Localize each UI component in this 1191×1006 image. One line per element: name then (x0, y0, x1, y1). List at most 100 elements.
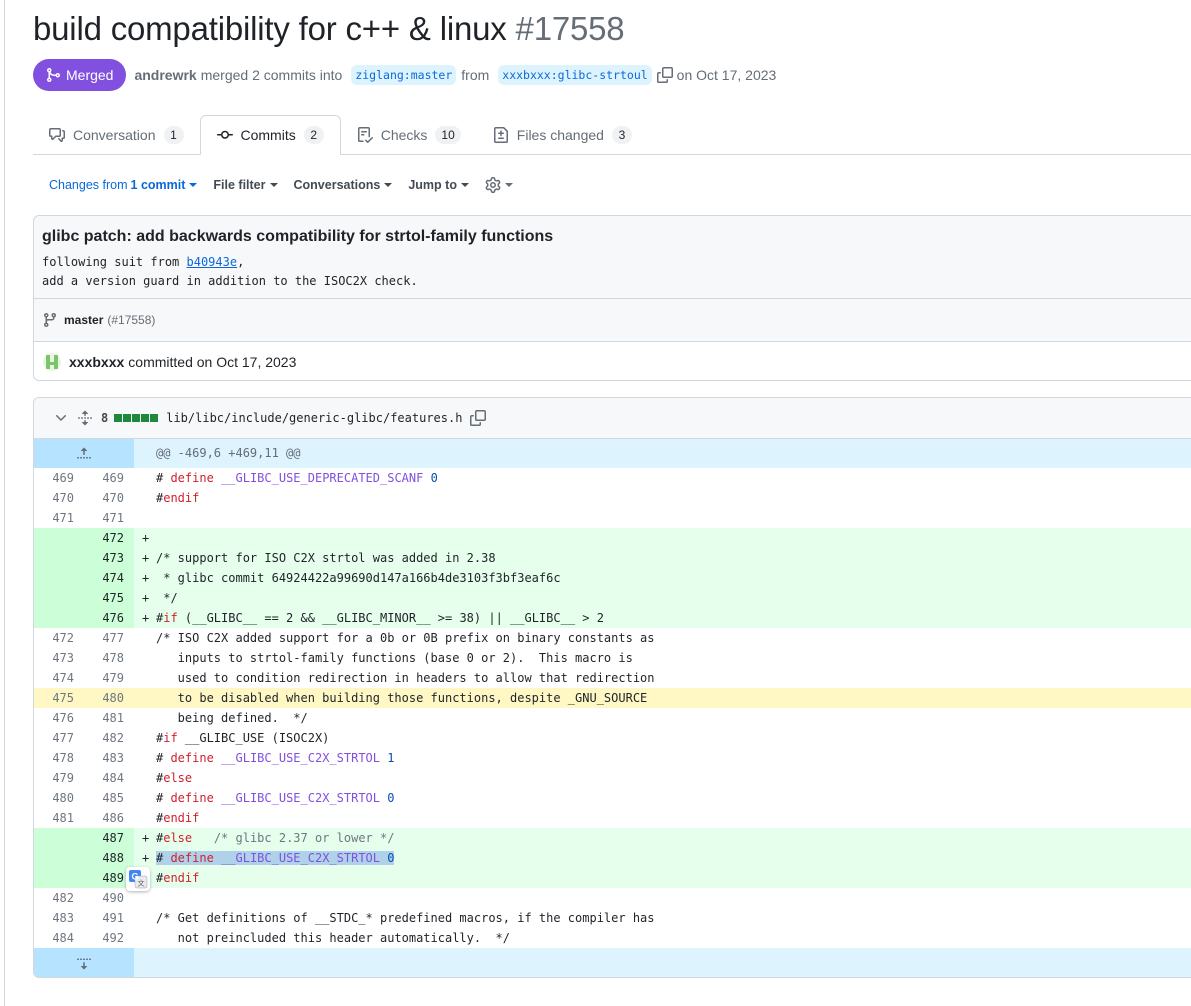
diff-line-added[interactable]: 489+#endif (34, 868, 1191, 888)
copy-icon[interactable] (470, 410, 487, 426)
new-line-number[interactable]: 470 (84, 488, 134, 508)
new-line-number[interactable]: 471 (84, 508, 134, 528)
old-line-number[interactable]: 480 (34, 788, 84, 808)
old-line-number[interactable] (34, 528, 84, 548)
new-line-number[interactable]: 491 (84, 908, 134, 928)
new-line-number[interactable]: 469 (84, 468, 134, 488)
tab-conversation[interactable]: Conversation 1 (33, 115, 200, 155)
old-line-number[interactable]: 471 (34, 508, 84, 528)
diff-line-added[interactable]: 476 + #if (__GLIBC__ == 2 && __GLIBC_MINOR… (34, 608, 1191, 628)
translate-icon[interactable]: G 文 (126, 867, 150, 891)
old-line-number[interactable]: 470 (34, 488, 84, 508)
diff-line[interactable]: 478 483 # define __GLIBC_USE_C2X_STRTOL 1 (34, 748, 1191, 768)
file-filter-dropdown[interactable]: File filter (213, 178, 278, 192)
old-line-number[interactable] (34, 548, 84, 568)
diff-line[interactable]: 484 492 not preincluded this header autom… (34, 928, 1191, 948)
diff-line[interactable]: 480 485 # define __GLIBC_USE_C2X_STRTOL 0 (34, 788, 1191, 808)
diff-line[interactable]: 473 478 inputs to strtol-family functions… (34, 648, 1191, 668)
new-line-number[interactable]: 485 (84, 788, 134, 808)
new-line-number[interactable]: 472 (84, 528, 134, 548)
expand-up-button[interactable] (34, 439, 134, 468)
old-line-number[interactable] (34, 608, 84, 628)
diff-line[interactable]: 472 477 /* ISO C2X added support for a 0b… (34, 628, 1191, 648)
new-line-number[interactable]: 474 (84, 568, 134, 588)
old-line-number[interactable]: 484 (34, 928, 84, 948)
diff-line-added[interactable]: 474 + * glibc commit 64924422a99690d147a1… (34, 568, 1191, 588)
conversations-dropdown[interactable]: Conversations (294, 178, 393, 192)
old-line-number[interactable] (34, 848, 84, 868)
diff-line[interactable]: 474 479 used to condition redirection in … (34, 668, 1191, 688)
tab-checks[interactable]: Checks 10 (341, 115, 477, 155)
diff-line[interactable]: 476 481 being defined. */ (34, 708, 1191, 728)
new-line-number[interactable]: 483 (84, 748, 134, 768)
diff-line[interactable]: 482 490 (34, 888, 1191, 908)
new-line-number[interactable]: 486 (84, 808, 134, 828)
diff-line-added[interactable]: 473 + /* support for ISO C2X strtol was ad… (34, 548, 1191, 568)
old-line-number[interactable] (34, 568, 84, 588)
old-line-number[interactable]: 479 (34, 768, 84, 788)
avatar[interactable] (43, 353, 61, 371)
base-branch[interactable]: ziglang:master (351, 65, 457, 85)
new-line-number[interactable]: 492 (84, 928, 134, 948)
new-line-number[interactable]: 477 (84, 628, 134, 648)
old-line-number[interactable]: 475 (34, 688, 84, 708)
old-line-number[interactable]: 469 (34, 468, 84, 488)
diff-line[interactable]: 471 471 (34, 508, 1191, 528)
new-line-number[interactable]: 473 (84, 548, 134, 568)
new-line-number[interactable]: 475 (84, 588, 134, 608)
jump-to-dropdown[interactable]: Jump to (408, 178, 469, 192)
diff-marker (134, 888, 156, 908)
commit-branch-name[interactable]: master (64, 313, 103, 327)
expand-down-button[interactable] (34, 948, 134, 977)
diff-line[interactable]: 481 486 #endif (34, 808, 1191, 828)
old-line-number[interactable]: 472 (34, 628, 84, 648)
unfold-icon[interactable] (77, 410, 93, 426)
code-content: # define __GLIBC_USE_DEPRECATED_SCANF 0 (156, 471, 438, 485)
diff-line-added[interactable]: 475 + */ (34, 588, 1191, 608)
old-line-number[interactable]: 474 (34, 668, 84, 688)
tab-commits[interactable]: Commits 2 (199, 115, 341, 155)
new-line-number[interactable]: 481 (84, 708, 134, 728)
file-path[interactable]: lib/libc/include/generic-glibc/features.… (166, 411, 462, 425)
old-line-number[interactable]: 477 (34, 728, 84, 748)
new-line-number[interactable]: 476 (84, 608, 134, 628)
old-line-number[interactable]: 482 (34, 888, 84, 908)
new-line-number[interactable]: 488 (84, 848, 134, 868)
diff-line-added[interactable]: 472 + (34, 528, 1191, 548)
diff-line[interactable]: 483 491 /* Get definitions of __STDC_* pr… (34, 908, 1191, 928)
old-line-number[interactable]: 478 (34, 748, 84, 768)
new-line-number[interactable]: 482 (84, 728, 134, 748)
merger-username[interactable]: andrewrk (134, 67, 196, 83)
head-branch[interactable]: xxxbxxx:glibc-strtoul (498, 65, 652, 85)
new-line-number[interactable]: 479 (84, 668, 134, 688)
diff-line[interactable]: 469 469 # define __GLIBC_USE_DEPRECATED_S… (34, 468, 1191, 488)
diff-line[interactable]: 477 482 #if __GLIBC_USE (ISOC2X) (34, 728, 1191, 748)
old-line-number[interactable]: 473 (34, 648, 84, 668)
diff-line-added[interactable]: 488 + # define __GLIBC_USE_C2X_STRTOL 0 (34, 848, 1191, 868)
commit-author-name[interactable]: xxxbxxx (69, 354, 124, 370)
old-line-number[interactable] (34, 588, 84, 608)
diff-settings-dropdown[interactable] (485, 177, 513, 193)
old-line-number[interactable]: 476 (34, 708, 84, 728)
diff-line-highlighted[interactable]: 475 480 to be disabled when building thos… (34, 688, 1191, 708)
changes-from-dropdown[interactable]: Changes from 1 commit (49, 178, 198, 192)
commit-pr-ref[interactable]: (#17558) (107, 313, 155, 327)
old-line-number[interactable] (34, 868, 84, 888)
chevron-down-icon[interactable] (53, 410, 69, 426)
copy-icon[interactable] (656, 67, 673, 83)
code-content: #if __GLIBC_USE (ISOC2X) (156, 731, 330, 745)
diff-line[interactable]: 479 484 #else (34, 768, 1191, 788)
old-line-number[interactable]: 483 (34, 908, 84, 928)
new-line-number[interactable]: 484 (84, 768, 134, 788)
new-line-number[interactable]: 480 (84, 688, 134, 708)
old-line-number[interactable]: 481 (34, 808, 84, 828)
new-line-number[interactable]: 487 (84, 828, 134, 848)
tab-files-changed[interactable]: Files changed 3 (477, 115, 648, 155)
diff-line-added[interactable]: 487 + #else /* glibc 2.37 or lower */ (34, 828, 1191, 848)
commit-sha-link[interactable]: b40943e (187, 255, 238, 269)
old-line-number[interactable] (34, 828, 84, 848)
new-line-number[interactable]: 490 (84, 888, 134, 908)
new-line-number[interactable]: 478 (84, 648, 134, 668)
diff-line[interactable]: 470 470 #endif (34, 488, 1191, 508)
pr-number[interactable]: #17558 (516, 10, 625, 47)
